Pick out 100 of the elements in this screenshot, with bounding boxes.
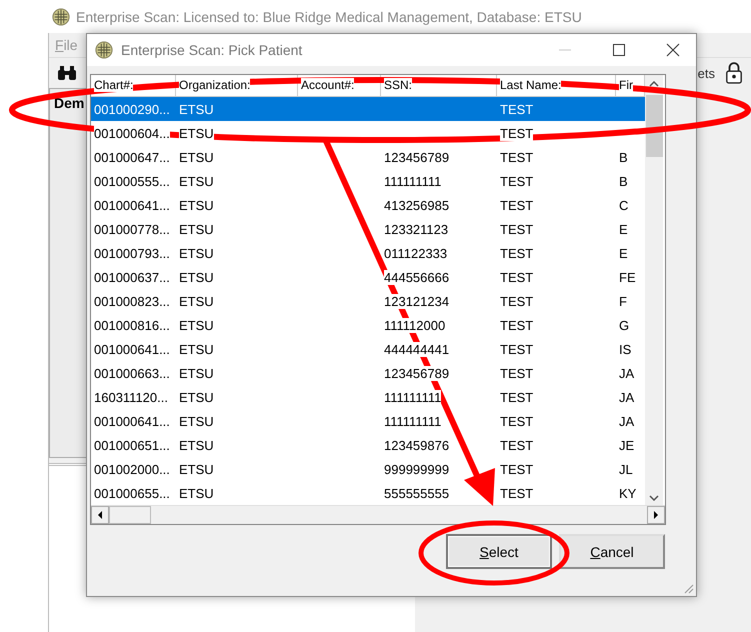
table-cell: ETSU [179, 270, 214, 285]
table-cell: TEST [500, 342, 534, 357]
close-icon[interactable] [666, 43, 680, 57]
table-cell: 111111111 [384, 414, 442, 429]
table-cell: ETSU [179, 102, 214, 117]
table-cell: TEST [500, 150, 534, 165]
table-cell: ETSU [179, 414, 214, 429]
patient-row[interactable]: 001000647... ETSU 123456789 TEST B [91, 145, 645, 169]
table-cell: 001000651... [94, 438, 170, 453]
table-cell: TEST [500, 366, 534, 381]
patient-row[interactable]: 001000778... ETSU 123321123 TEST E [91, 217, 645, 241]
scroll-right-button[interactable] [647, 506, 665, 524]
table-cell: ETSU [179, 246, 214, 261]
patient-row[interactable]: 160311120... ETSU 111111111 TEST JA [91, 385, 645, 409]
table-cell: TEST [500, 462, 534, 477]
table-cell: 111111111 [384, 174, 442, 189]
column-header[interactable]: Last Name: [500, 78, 562, 92]
table-cell: TEST [500, 246, 534, 261]
table-cell: 001000641... [94, 198, 170, 213]
scroll-left-button[interactable] [91, 506, 109, 524]
scroll-up-icon[interactable] [649, 81, 659, 87]
toolbar-label[interactable]: ets [698, 66, 715, 80]
patient-row[interactable]: 001002000... ETSU 999999999 TEST JL [91, 457, 645, 481]
table-cell: ETSU [179, 366, 214, 381]
patient-row[interactable]: 001000793... ETSU 011122333 TEST E [91, 241, 645, 265]
table-cell: 001000778... [94, 222, 170, 237]
table-cell: C [619, 198, 628, 213]
right-triangle-icon [653, 510, 659, 520]
vertical-scrollbar[interactable] [645, 75, 663, 505]
table-cell: 001002000... [94, 462, 170, 477]
horizontal-scrollbar[interactable] [91, 505, 665, 524]
table-cell: FE [619, 270, 636, 285]
table-cell: 001000641... [94, 414, 170, 429]
table-cell: 444444441 [384, 342, 450, 357]
table-cell: ETSU [179, 294, 214, 309]
table-cell: B [619, 150, 628, 165]
column-header[interactable]: Organization: [179, 78, 250, 92]
table-cell: 444556666 [384, 270, 450, 285]
table-cell: TEST [500, 438, 534, 453]
table-cell: 001000647... [94, 150, 170, 165]
app-title: Enterprise Scan: Licensed to: Blue Ridge Medical Management, Database: ETSU [76, 8, 582, 24]
patient-row[interactable]: 001000555... ETSU 111111111 TEST B [91, 169, 645, 193]
table-cell: ETSU [179, 318, 214, 333]
app-logo-icon [95, 41, 113, 59]
column-header[interactable]: Chart#: [94, 78, 134, 92]
patient-row[interactable]: 001000663... ETSU 123456789 TEST JA [91, 361, 645, 385]
table-cell: KY [619, 486, 636, 501]
table-cell: ETSU [179, 198, 214, 213]
select-button[interactable]: Select [446, 534, 552, 569]
table-cell: 001000641... [94, 342, 170, 357]
patient-row[interactable]: 001000637... ETSU 444556666 TEST FE [91, 265, 645, 289]
patient-row[interactable]: 001000641... ETSU 444444441 TEST IS [91, 337, 645, 361]
table-cell: TEST [500, 102, 534, 117]
table-cell: TEST [500, 126, 534, 141]
table-cell: ETSU [179, 150, 214, 165]
column-header[interactable]: Account#: [301, 78, 354, 92]
table-cell: ETSU [179, 342, 214, 357]
table-cell: ETSU [179, 390, 214, 405]
patient-row[interactable]: 001000651... ETSU 123459876 TEST JE [91, 433, 645, 457]
scroll-down-icon[interactable] [649, 495, 659, 501]
table-cell: JL [619, 462, 633, 477]
app-logo-icon [52, 8, 70, 26]
lock-icon[interactable] [725, 61, 743, 85]
table-cell: JA [619, 414, 634, 429]
table-cell: 001000816... [94, 318, 170, 333]
table-cell: 001000290... [94, 102, 170, 117]
binoculars-icon[interactable] [57, 65, 77, 81]
table-cell: G [619, 318, 630, 333]
table-cell: ETSU [179, 438, 214, 453]
scroll-thumb[interactable] [646, 95, 662, 157]
table-cell: 123121234 [384, 294, 450, 309]
maximize-icon[interactable] [612, 43, 626, 57]
dialog-title: Enterprise Scan: Pick Patient [121, 42, 302, 58]
scroll-thumb[interactable] [109, 506, 151, 524]
table-cell: 123456789 [384, 366, 450, 381]
table-cell: JA [619, 390, 634, 405]
table-cell: IS [619, 342, 632, 357]
table-cell: JA [619, 366, 634, 381]
table-cell: ETSU [179, 486, 214, 501]
column-header[interactable]: Fir [619, 78, 633, 92]
patient-row[interactable]: 001000823... ETSU 123121234 TEST F [91, 289, 645, 313]
patient-row[interactable]: 001000641... ETSU 413256985 TEST C [91, 193, 645, 217]
table-cell: 001000663... [94, 366, 170, 381]
table-cell: TEST [500, 486, 534, 501]
table-cell: 999999999 [384, 462, 450, 477]
table-cell: F [619, 294, 627, 309]
patient-row[interactable]: 001000655... ETSU 555555555 TEST KY [91, 481, 645, 505]
table-cell: TEST [500, 390, 534, 405]
cancel-button[interactable]: Cancel [559, 534, 665, 569]
table-cell: 001000823... [94, 294, 170, 309]
patient-row[interactable]: 001000641... ETSU 111111111 TEST JA [91, 409, 645, 433]
column-header[interactable]: SSN: [384, 78, 412, 92]
table-cell: TEST [500, 222, 534, 237]
table-cell: TEST [500, 318, 534, 333]
table-cell: 111112000 [384, 318, 446, 333]
resize-grip-icon[interactable] [682, 582, 694, 594]
patient-row[interactable]: 001000816... ETSU 111112000 TEST G [91, 313, 645, 337]
patient-row[interactable]: 001000290... ETSU TEST [91, 97, 645, 121]
table-cell: 001000793... [94, 246, 170, 261]
patient-row[interactable]: 001000604... ETSU TEST [91, 121, 645, 145]
